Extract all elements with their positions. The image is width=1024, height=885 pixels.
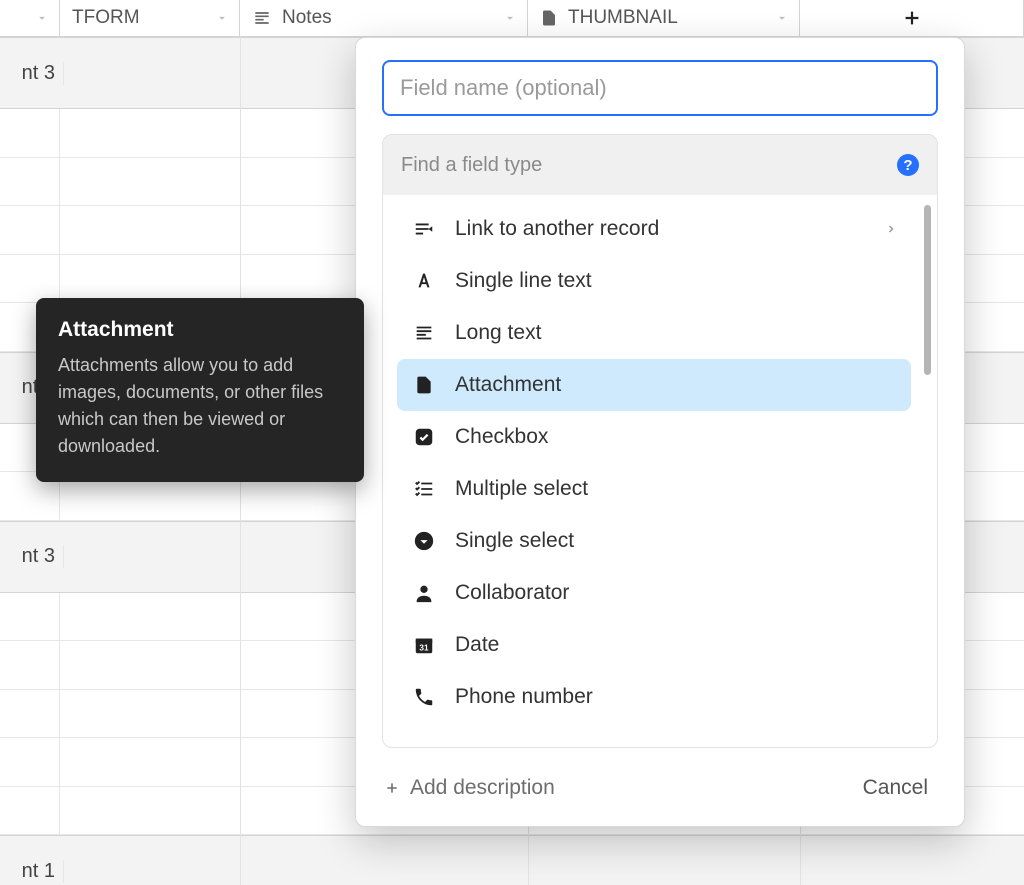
group-label: nt 1 bbox=[4, 860, 64, 883]
single-line-icon bbox=[411, 270, 437, 292]
grid-column-headers: TFORM Notes THUMBNAIL bbox=[0, 0, 1024, 37]
column-header-tform[interactable]: TFORM bbox=[60, 0, 240, 36]
field-type-tooltip: Attachment Attachments allow you to add … bbox=[36, 298, 364, 482]
type-long-text[interactable]: Long text bbox=[397, 307, 911, 359]
long-text-icon bbox=[411, 322, 437, 344]
attachment-icon bbox=[540, 9, 558, 27]
tooltip-title: Attachment bbox=[58, 318, 342, 342]
type-date[interactable]: 31 Date bbox=[397, 619, 911, 671]
type-label: Collaborator bbox=[455, 581, 569, 605]
group-label: nt 3 bbox=[4, 62, 64, 85]
type-label: Multiple select bbox=[455, 477, 588, 501]
chevron-down-icon bbox=[775, 11, 789, 25]
multi-select-icon bbox=[411, 478, 437, 500]
column-header-notes[interactable]: Notes bbox=[240, 0, 528, 36]
type-single-select[interactable]: Single select bbox=[397, 515, 911, 567]
group-label: nt 3 bbox=[4, 545, 64, 568]
plus-icon bbox=[901, 7, 923, 29]
type-single-line-text[interactable]: Single line text bbox=[397, 255, 911, 307]
type-label: Attachment bbox=[455, 373, 561, 397]
type-label: Checkbox bbox=[455, 425, 548, 449]
long-text-icon bbox=[252, 8, 272, 28]
type-label: Date bbox=[455, 633, 499, 657]
type-multiple-select[interactable]: Multiple select bbox=[397, 463, 911, 515]
column-label: Notes bbox=[282, 7, 332, 29]
cancel-button[interactable]: Cancel bbox=[855, 770, 936, 806]
chevron-down-icon bbox=[215, 11, 229, 25]
field-type-search[interactable]: Find a field type ? bbox=[383, 135, 937, 195]
cancel-label: Cancel bbox=[863, 776, 928, 799]
type-phone-number[interactable]: Phone number bbox=[397, 671, 911, 723]
column-label: TFORM bbox=[72, 7, 140, 29]
add-description-button[interactable]: Add description bbox=[384, 776, 555, 800]
svg-text:31: 31 bbox=[419, 644, 429, 653]
tooltip-body: Attachments allow you to add images, doc… bbox=[58, 352, 342, 460]
plus-icon bbox=[384, 780, 400, 796]
chevron-right-icon bbox=[885, 223, 897, 235]
column-label: THUMBNAIL bbox=[568, 7, 678, 29]
column-header-prev[interactable] bbox=[0, 0, 60, 36]
field-name-input[interactable] bbox=[382, 60, 938, 116]
field-config-dialog: Find a field type ? Link to another reco… bbox=[355, 37, 965, 827]
type-label: Phone number bbox=[455, 685, 593, 709]
search-placeholder-text: Find a field type bbox=[401, 154, 542, 177]
field-type-list: Link to another record Single line text bbox=[383, 195, 937, 747]
type-label: Link to another record bbox=[455, 217, 659, 241]
scrollbar-thumb[interactable] bbox=[924, 205, 931, 375]
group-header-row[interactable]: nt 1 bbox=[0, 835, 1024, 885]
type-label: Long text bbox=[455, 321, 541, 345]
type-checkbox[interactable]: Checkbox bbox=[397, 411, 911, 463]
chevron-down-icon bbox=[503, 11, 517, 25]
column-header-thumbnail[interactable]: THUMBNAIL bbox=[528, 0, 800, 36]
type-collaborator[interactable]: Collaborator bbox=[397, 567, 911, 619]
link-record-icon bbox=[411, 218, 437, 240]
dialog-footer: Add description Cancel bbox=[382, 766, 938, 808]
field-type-picker: Find a field type ? Link to another reco… bbox=[382, 134, 938, 748]
type-attachment[interactable]: Attachment bbox=[397, 359, 911, 411]
help-icon[interactable]: ? bbox=[897, 154, 919, 176]
add-description-label: Add description bbox=[410, 776, 555, 800]
add-column-button[interactable] bbox=[800, 0, 1024, 36]
type-label: Single select bbox=[455, 529, 574, 553]
calendar-icon: 31 bbox=[411, 634, 437, 656]
checkbox-icon bbox=[411, 426, 437, 448]
phone-icon bbox=[411, 686, 437, 708]
single-select-icon bbox=[411, 530, 437, 552]
attachment-icon bbox=[411, 375, 437, 395]
type-label: Single line text bbox=[455, 269, 592, 293]
person-icon bbox=[411, 582, 437, 604]
chevron-down-icon bbox=[35, 11, 49, 25]
type-link-to-another-record[interactable]: Link to another record bbox=[397, 203, 911, 255]
